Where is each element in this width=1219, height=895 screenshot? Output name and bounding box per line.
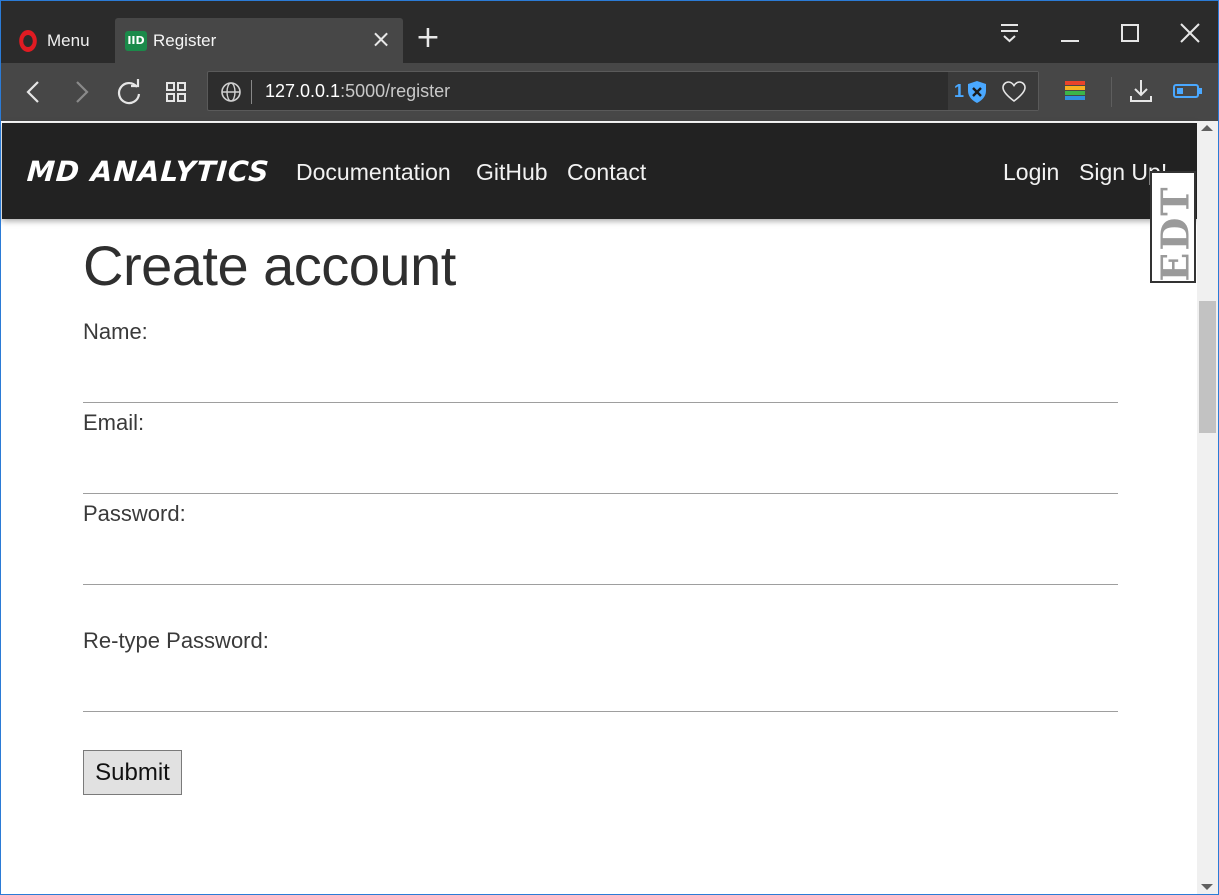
maximize-icon[interactable] — [1112, 15, 1148, 51]
shield-icon[interactable] — [966, 80, 988, 109]
name-field[interactable] — [83, 367, 1118, 403]
new-tab-button[interactable]: + — [413, 23, 443, 53]
retype-password-field[interactable] — [83, 676, 1118, 712]
email-field[interactable] — [83, 458, 1118, 494]
address-bar-row: 127.0.0.1:5000/register 1 — [1, 63, 1218, 121]
speed-dial-icon[interactable] — [161, 76, 193, 108]
minimize-icon[interactable] — [1052, 15, 1088, 51]
password-label: Password: — [83, 501, 186, 526]
opera-icon — [19, 30, 37, 52]
wallet-icon[interactable] — [1064, 77, 1086, 110]
page-viewport: MD ANALYTICS Documentation GitHub Contac… — [1, 121, 1218, 894]
opera-menu-button[interactable]: Menu — [11, 23, 90, 59]
password-field[interactable] — [83, 549, 1118, 585]
site-navbar: MD ANALYTICS Documentation GitHub Contac… — [2, 123, 1197, 219]
brand-logo[interactable]: MD ANALYTICS — [26, 155, 271, 188]
edt-badge-label: EDT — [1152, 185, 1198, 282]
tab-close-icon[interactable]: × — [369, 27, 393, 51]
reload-icon[interactable] — [113, 76, 145, 108]
menu-label: Menu — [47, 31, 90, 50]
nav-link-login[interactable]: Login — [1003, 159, 1059, 186]
tab-strip: Menu IID Register × + — [1, 1, 1218, 63]
nav-link-github[interactable]: GitHub — [476, 159, 548, 186]
url-separator — [251, 80, 252, 104]
nav-link-documentation[interactable]: Documentation — [296, 159, 451, 186]
scroll-down-icon[interactable] — [1201, 884, 1213, 890]
back-icon[interactable] — [18, 76, 50, 108]
site-favicon-icon: IID — [125, 30, 147, 51]
tab-title: Register — [153, 30, 217, 50]
browser-window: Menu IID Register × + 127.0.0.1:5000/reg… — [0, 0, 1219, 895]
edt-extension-badge[interactable]: EDT — [1150, 171, 1198, 283]
email-label: Email: — [83, 410, 145, 435]
download-icon[interactable] — [1128, 77, 1154, 110]
vertical-scrollbar[interactable] — [1197, 121, 1218, 894]
globe-icon[interactable] — [220, 81, 242, 108]
tab-register[interactable]: IID Register × — [115, 18, 403, 63]
close-icon[interactable] — [1172, 15, 1208, 51]
toolbar-separator — [1111, 77, 1112, 107]
submit-button[interactable]: Submit — [83, 750, 182, 795]
heart-icon[interactable] — [1002, 81, 1026, 108]
scroll-thumb[interactable] — [1199, 301, 1216, 433]
name-label: Name: — [83, 319, 148, 344]
page-title: Create account — [83, 234, 456, 297]
forward-icon[interactable] — [65, 76, 97, 108]
url-path: :5000/register — [340, 81, 451, 101]
address-bar[interactable]: 127.0.0.1:5000/register 1 — [207, 71, 1039, 111]
url-text[interactable]: 127.0.0.1:5000/register — [265, 81, 450, 102]
nav-link-contact[interactable]: Contact — [567, 159, 646, 186]
battery-icon[interactable] — [1173, 83, 1203, 104]
scroll-up-icon[interactable] — [1201, 125, 1213, 131]
url-host: 127.0.0.1 — [265, 81, 341, 101]
easy-setup-icon[interactable] — [991, 15, 1027, 51]
blocker-count: 1 — [953, 81, 964, 101]
retype-password-label: Re-type Password: — [83, 628, 269, 653]
